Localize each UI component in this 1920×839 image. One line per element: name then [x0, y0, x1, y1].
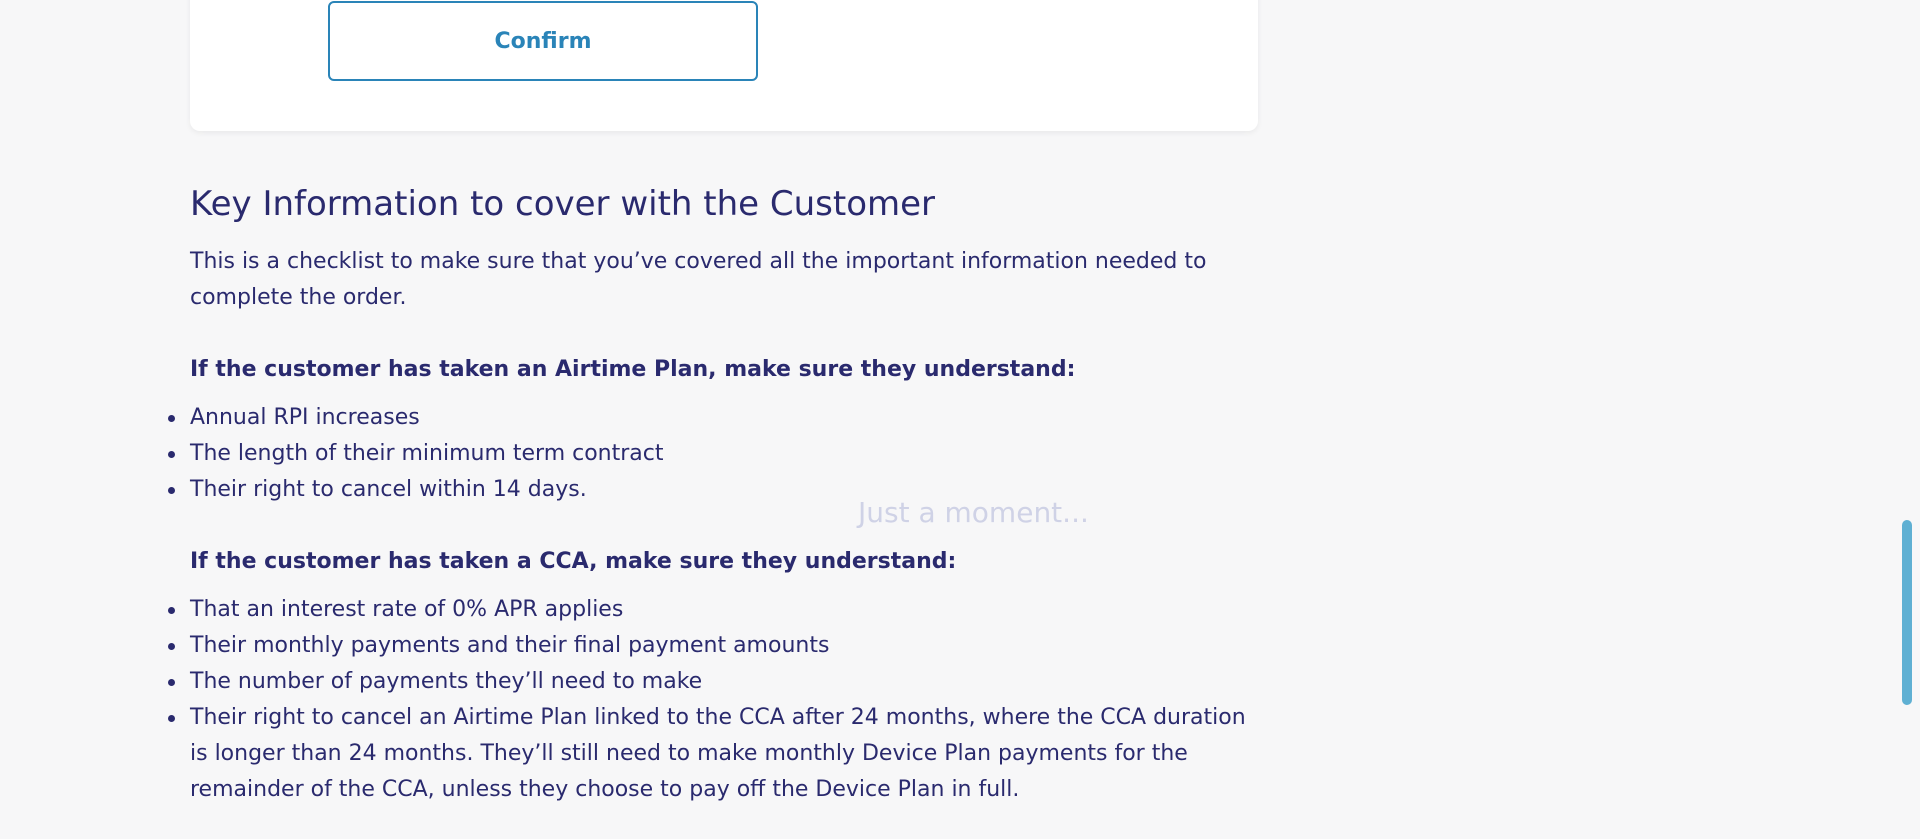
- page: Confirm Key Information to cover with th…: [0, 0, 1920, 839]
- list-item: Their right to cancel within 14 days.: [168, 472, 1260, 508]
- list-item: That an interest rate of 0% APR applies: [168, 592, 1260, 628]
- cca-title: If the customer has taken a CCA, make su…: [190, 549, 957, 574]
- list-item: The length of their minimum term contrac…: [168, 436, 1260, 472]
- list-item: Their right to cancel an Airtime Plan li…: [168, 700, 1260, 808]
- loading-message: Just a moment...: [858, 496, 1089, 529]
- airtime-plan-title: If the customer has taken an Airtime Pla…: [190, 357, 1076, 382]
- confirm-button[interactable]: Confirm: [328, 1, 758, 81]
- list-item: The number of payments they’ll need to m…: [168, 664, 1260, 700]
- list-item: Annual RPI increases: [168, 400, 1260, 436]
- key-information-section: Key Information to cover with the Custom…: [168, 180, 1270, 808]
- scrollbar-thumb[interactable]: [1902, 520, 1912, 705]
- intro-text: This is a checklist to make sure that yo…: [190, 249, 1207, 310]
- airtime-plan-checklist: Annual RPI increases The length of their…: [168, 400, 1270, 508]
- section-heading: Key Information to cover with the Custom…: [190, 184, 936, 224]
- list-item: Their monthly payments and their final p…: [168, 628, 1260, 664]
- confirm-card: Confirm: [190, 0, 1258, 131]
- cca-checklist: That an interest rate of 0% APR applies …: [168, 592, 1270, 808]
